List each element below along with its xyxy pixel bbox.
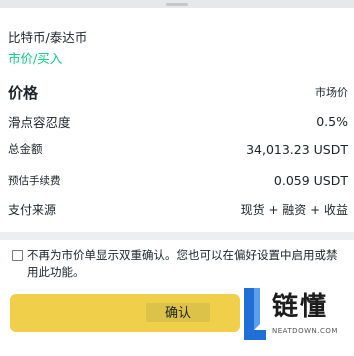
confirm-label-highlight: 确认 (146, 303, 210, 322)
section-divider (0, 232, 354, 240)
confirm-button[interactable]: 确认 (10, 294, 240, 332)
fee-label: 预估手续费 (8, 174, 61, 187)
price-label: 价格 (8, 83, 39, 102)
total-value: 34,013.23 USDT (246, 141, 348, 157)
order-type: 市价/买入 (8, 51, 63, 66)
watermark-name: 链懂 (272, 292, 329, 322)
trading-pair: 比特币/泰达币 (8, 30, 88, 45)
confirm-preference-text: 不再为市价单显示双重确认。您也可以在偏好设置中启用或禁用此功能。 (27, 248, 338, 279)
fee-row: 预估手续费 0.059 USDT (8, 171, 348, 189)
payment-source-row: 支付来源 现货 + 融资 + 收益 (8, 200, 348, 218)
fee-value: 0.059 USDT (273, 172, 348, 188)
total-row: 总金额 34,013.23 USDT (8, 140, 348, 158)
price-row: 价格 市场价 (8, 82, 348, 102)
slippage-label: 滑点容忍度 (8, 114, 71, 130)
dont-show-again-checkbox[interactable] (12, 250, 23, 261)
neatdown-logo-icon (244, 288, 266, 340)
confirm-preference: 不再为市价单显示双重确认。您也可以在偏好设置中启用或禁用此功能。 (12, 247, 348, 281)
slippage-value: 0.5% (316, 113, 348, 129)
watermark: 链懂 NEATDOWN.COM (238, 286, 354, 344)
price-value: 市场价 (315, 86, 348, 99)
drag-handle[interactable] (166, 3, 188, 6)
payment-source-label: 支付来源 (8, 202, 57, 217)
sheet-top-bar (0, 0, 354, 8)
confirm-label: 确认 (164, 305, 191, 320)
payment-source-value: 现货 + 融资 + 收益 (240, 202, 348, 217)
slippage-row: 滑点容忍度 0.5% (8, 112, 348, 130)
watermark-domain: NEATDOWN.COM (272, 327, 338, 335)
total-label: 总金额 (8, 142, 43, 156)
